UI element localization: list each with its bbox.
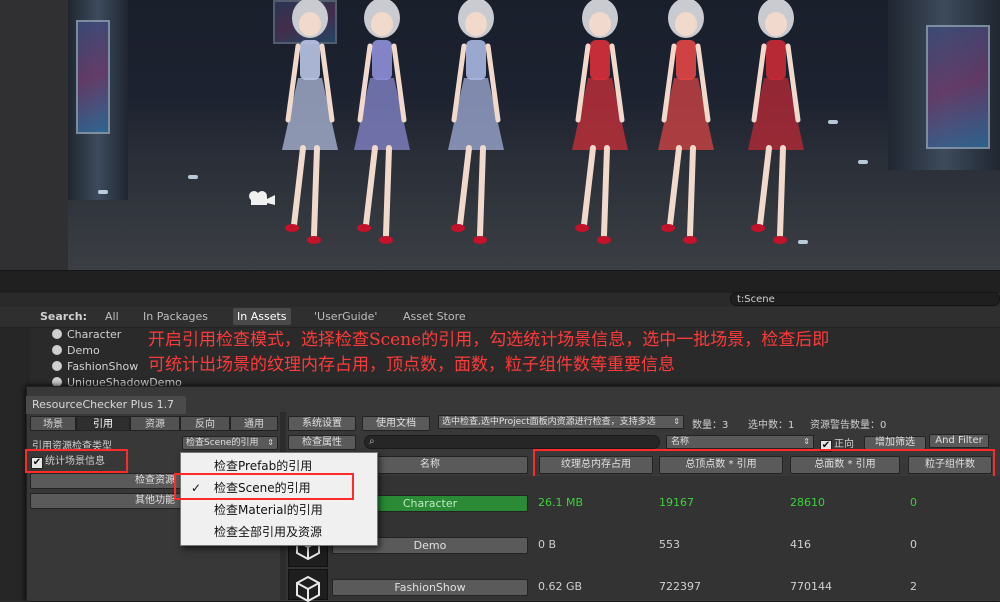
annotation-line-1: 开启引用检查模式，选择检查Scene的引用，勾选统计场景信息，选中一批场景，检查… <box>148 330 830 350</box>
table-cell-faces: 770144 <box>790 580 832 593</box>
window-title-tab[interactable]: ResourceChecker Plus 1.7 <box>26 396 186 414</box>
filter-all[interactable]: All <box>101 308 123 325</box>
character-figure <box>282 0 338 244</box>
highlight-box <box>25 449 128 473</box>
system-settings-button[interactable]: 系统设置 <box>288 416 356 431</box>
check-scope-value: 选中检查,选中Project面板内资源进行检查，支持多选 <box>442 417 656 427</box>
character-figure <box>658 0 714 244</box>
scene-asset-icon <box>52 329 62 339</box>
character-figure <box>572 0 628 244</box>
table-cell-particles: 0 <box>910 538 917 551</box>
highlight-box <box>174 473 354 500</box>
list-item-label: FashionShow <box>67 360 139 373</box>
scene-view[interactable] <box>0 0 1000 270</box>
unity-scene-icon <box>288 569 328 602</box>
ref-type-dropdown[interactable]: 检查Scene的引用 ⇕ <box>182 436 278 450</box>
docs-button[interactable]: 使用文档 <box>362 416 430 431</box>
popup-item-label: 检查全部引用及资源 <box>214 525 323 539</box>
annotation-line-2: 可统计出场景的纹理内存占用，顶点数，面数，粒子组件数等重要信息 <box>148 355 675 375</box>
filter-asset-store[interactable]: Asset Store <box>399 308 470 325</box>
popup-item-all[interactable]: 检查全部引用及资源 <box>181 521 377 543</box>
sort-value: 名称 <box>671 437 690 447</box>
and-filter-button[interactable]: And Filter <box>929 434 989 448</box>
tab-reverse[interactable]: 反向 <box>180 416 230 431</box>
search-icon: ⌕ <box>369 436 375 447</box>
dropdown-arrow-icon: ⇕ <box>803 437 810 446</box>
table-cell-faces: 28610 <box>790 496 825 509</box>
table-cell-particles: 0 <box>910 496 917 509</box>
add-filter-button[interactable]: 增加筛选 <box>864 436 926 450</box>
tab-general[interactable]: 通用 <box>230 416 278 431</box>
table-cell-faces: 416 <box>790 538 811 551</box>
scene-asset-icon <box>52 377 62 386</box>
table-cell-texture: 0.62 GB <box>538 580 583 593</box>
dropdown-arrow-icon: ⇕ <box>267 438 274 447</box>
search-label: Search: <box>40 310 87 323</box>
popup-item-label: 检查Prefab的引用 <box>214 459 313 473</box>
table-cell-vertices: 553 <box>659 538 680 551</box>
check-props-button[interactable]: 检查属性 <box>288 435 356 450</box>
list-item[interactable]: Character <box>52 327 121 342</box>
table-cell-texture: 26.1 MB <box>538 496 584 509</box>
list-item-label: Character <box>67 328 122 341</box>
count-label: 数量：3 <box>692 420 729 431</box>
rc-search-input[interactable]: ⌕ <box>364 435 660 449</box>
character-figure <box>354 0 410 244</box>
check-scope-dropdown[interactable]: 选中检查,选中Project面板内资源进行检查，支持多选 ⇕ <box>438 415 684 429</box>
scene-characters <box>282 0 804 244</box>
warning-count-label: 资源警告数量：0 <box>810 420 887 431</box>
sort-dropdown[interactable]: 名称 ⇕ <box>666 435 814 449</box>
scene-asset-icon <box>52 361 62 371</box>
table-row-name[interactable]: FashionShow <box>332 579 528 596</box>
tab-reference[interactable]: 引用 <box>76 416 130 431</box>
popup-item-label: 检查Material的引用 <box>214 503 323 517</box>
scene-asset-icon <box>52 345 62 355</box>
filter-in-packages[interactable]: In Packages <box>139 308 212 325</box>
filter-in-assets[interactable]: In Assets <box>233 308 291 325</box>
selected-count-label: 选中数：1 <box>748 420 795 431</box>
project-search-input[interactable]: t:Scene <box>730 292 1000 306</box>
table-cell-texture: 0 B <box>538 538 557 551</box>
character-figure <box>448 0 504 244</box>
annotation-text: 开启引用检查模式，选择检查Scene的引用，勾选统计场景信息，选中一批场景，检查… <box>148 328 998 378</box>
table-cell-vertices: 722397 <box>659 580 701 593</box>
table-cell-particles: 2 <box>910 580 917 593</box>
tab-resource[interactable]: 资源 <box>130 416 180 431</box>
list-item[interactable]: FashionShow <box>52 359 138 374</box>
list-item[interactable]: Demo <box>52 343 100 358</box>
panel-divider <box>0 270 1000 293</box>
ref-type-value: 检查Scene的引用 <box>186 438 259 448</box>
dropdown-arrow-icon: ⇕ <box>673 417 680 426</box>
table-cell-vertices: 19167 <box>659 496 694 509</box>
tab-scene[interactable]: 场景 <box>30 416 76 431</box>
character-figure <box>748 0 804 244</box>
filter-userguide[interactable]: 'UserGuide' <box>310 308 381 325</box>
popup-item-material[interactable]: 检查Material的引用 <box>181 499 377 521</box>
list-item-label: Demo <box>67 344 100 357</box>
